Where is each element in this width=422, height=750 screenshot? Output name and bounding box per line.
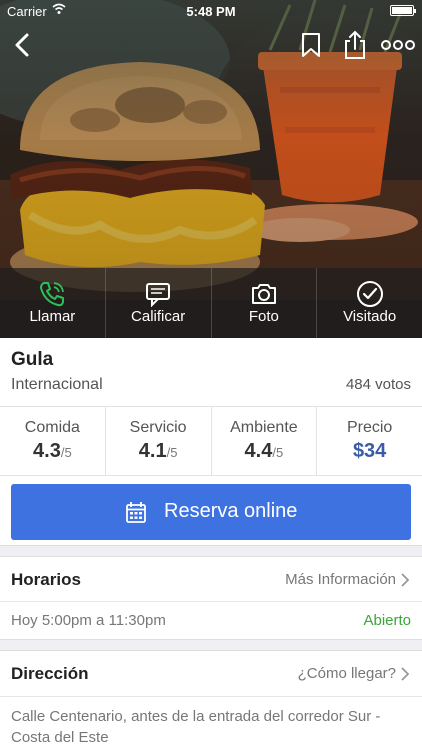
rating-label: Servicio — [129, 419, 187, 436]
rating-value: 4.4/5 — [212, 440, 317, 463]
rating-price: Precio $34 — [316, 407, 422, 475]
restaurant-cuisine: Internacional — [11, 376, 103, 393]
call-label: Llamar — [29, 308, 76, 325]
open-status: Abierto — [363, 612, 411, 629]
rate-button[interactable]: Calificar — [104, 268, 211, 338]
reserve-label: Reserva online — [164, 500, 298, 522]
rating-value: 4.3/5 — [0, 440, 105, 463]
bookmark-icon[interactable] — [296, 30, 326, 60]
hours-row: Hoy 5:00pm a 11:30pm Abierto — [0, 601, 422, 639]
hours-header[interactable]: Horarios Más Información — [0, 557, 422, 602]
section-divider — [0, 545, 422, 557]
address-header[interactable]: Dirección ¿Cómo llegar? — [0, 651, 422, 697]
rating-label: Ambiente — [230, 419, 298, 436]
more-info-link[interactable]: Más Información — [285, 571, 396, 588]
chevron-left-icon[interactable] — [8, 30, 38, 60]
rating-label: Comida — [24, 419, 80, 436]
section-divider — [0, 639, 422, 651]
rating-score: 4.1 — [138, 440, 167, 462]
hours-text: Hoy 5:00pm a 11:30pm — [11, 612, 166, 629]
hours-title: Horarios — [11, 570, 81, 589]
restaurant-name: Gula — [11, 349, 54, 370]
battery-icon — [390, 5, 416, 16]
share-icon[interactable] — [340, 30, 370, 60]
rating-scale: /5 — [166, 445, 178, 460]
camera-icon — [251, 284, 276, 304]
visited-button[interactable]: Visitado — [316, 268, 422, 338]
rating-food: Comida 4.3/5 — [0, 407, 105, 475]
rate-label: Calificar — [131, 308, 186, 325]
rating-score: 4.4 — [244, 440, 273, 462]
visited-label: Visitado — [343, 308, 397, 325]
directions-link[interactable]: ¿Cómo llegar? — [298, 665, 396, 682]
chevron-right-icon — [401, 573, 410, 587]
check-circle-icon — [356, 281, 383, 307]
address-text: Calle Centenario, antes de la entrada de… — [11, 708, 381, 746]
rating-value: 4.1/5 — [106, 440, 211, 463]
rating-ambience: Ambiente 4.4/5 — [210, 407, 317, 475]
rating-label: Precio — [346, 419, 393, 436]
photo-label: Foto — [248, 308, 279, 325]
ratings-row: Comida 4.3/5 Servicio 4.1/5 Ambiente 4.4… — [0, 406, 422, 476]
action-bar: Llamar Calificar Foto Visitado — [0, 268, 422, 338]
photo-button[interactable]: Foto — [210, 268, 317, 338]
more-icon[interactable] — [380, 30, 416, 60]
calendar-icon — [126, 502, 146, 523]
chevron-right-icon — [401, 667, 410, 681]
rating-scale: /5 — [272, 445, 284, 460]
rating-service: Servicio 4.1/5 — [104, 407, 211, 475]
price-value: $34 — [352, 440, 387, 462]
battery-level — [392, 7, 412, 14]
rating-score: 4.3 — [33, 440, 61, 462]
status-bar: Carrier 5:48 PM — [0, 0, 422, 22]
reserve-online-button[interactable]: Reserva online — [11, 484, 411, 540]
rating-scale: /5 — [60, 445, 72, 460]
call-button[interactable]: Llamar — [0, 268, 105, 338]
status-time: 5:48 PM — [186, 4, 236, 19]
vote-count: 484 votos — [345, 376, 411, 393]
address-title: Dirección — [11, 664, 89, 683]
chat-icon — [146, 283, 171, 308]
hero-photo: Carrier 5:48 PM Llamar Calificar Foto Vi… — [0, 0, 422, 338]
phone-icon — [40, 282, 65, 307]
